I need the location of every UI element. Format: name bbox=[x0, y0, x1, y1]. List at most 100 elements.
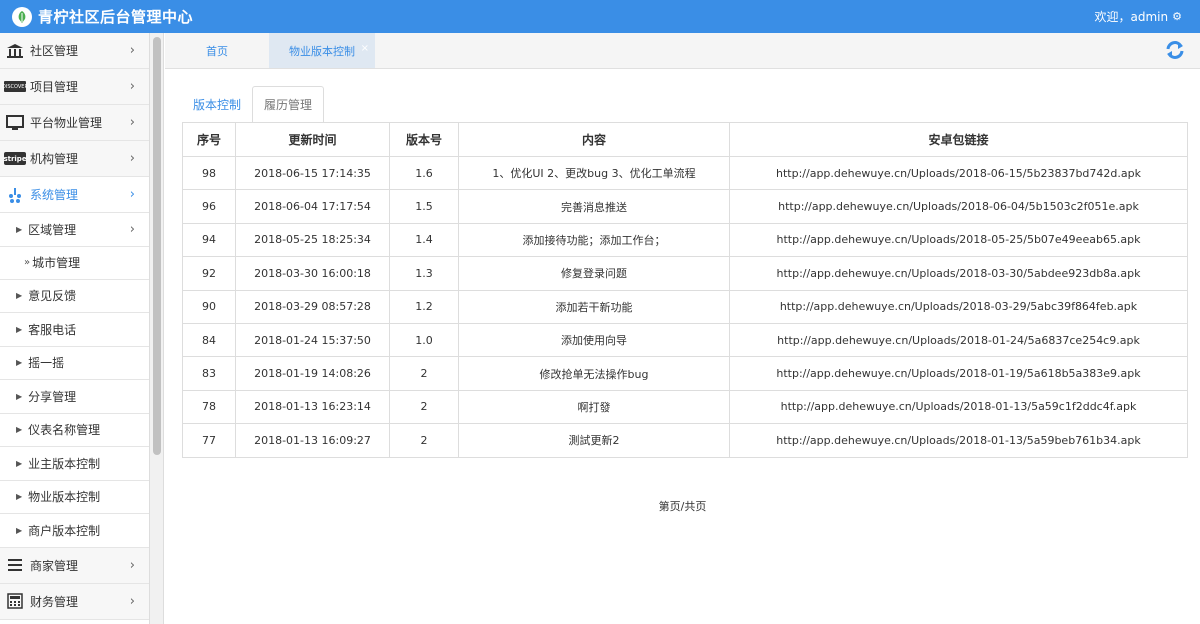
chevron-right-icon: › bbox=[129, 115, 135, 130]
table-row: 77 2018-01-13 16:09:27 2 測試更新2 http://app.de… bbox=[182, 423, 1188, 458]
sidebar-scrollbar[interactable] bbox=[150, 33, 164, 624]
cell-apk-link[interactable]: http://app.dehewuye.cn/Uploads/2018-01-2… bbox=[729, 322, 1188, 358]
caret-right-icon: ▶ bbox=[16, 458, 23, 468]
sidebar-item-label: 意见反馈 bbox=[28, 289, 77, 304]
cell-apk-link[interactable]: http://app.dehewuye.cn/Uploads/2018-06-1… bbox=[729, 155, 1188, 191]
sidebar-item-label: 财务管理 bbox=[30, 594, 79, 609]
cell-version: 1.2 bbox=[389, 289, 459, 324]
cell-apk-link[interactable]: http://app.dehewuye.cn/Uploads/2018-03-3… bbox=[729, 256, 1188, 291]
cell-content: 添加接待功能；添加工作台； bbox=[458, 222, 730, 258]
cell-updated-time: 2018-01-13 16:09:27 bbox=[235, 423, 390, 458]
sidebar-item-label: 摇一摇 bbox=[28, 356, 65, 371]
cell-updated-time: 2018-06-15 17:14:35 bbox=[235, 155, 390, 191]
main-content: 首页 物业版本控制 × 版本控制 履历管理 序号 更新时间 版本号 内容 安卓包… bbox=[165, 33, 1200, 624]
top-bar: 青柠社区后台管理中心 欢迎，admin ⚙ bbox=[0, 0, 1200, 33]
cell-updated-time: 2018-03-29 08:57:28 bbox=[235, 289, 390, 324]
cell-id: 78 bbox=[182, 389, 236, 425]
sidebar-item-label: 机构管理 bbox=[30, 152, 79, 166]
sidebar-item-label: 项目管理 bbox=[30, 80, 79, 94]
sidebar-item-projects[interactable]: DISCOVER 项目管理 › bbox=[0, 69, 149, 105]
caret-right-icon: ▶ bbox=[16, 224, 23, 234]
sidebar-item-shake[interactable]: ▶ 摇一摇 bbox=[0, 347, 149, 380]
chevron-right-icon: › bbox=[129, 557, 135, 573]
table-header-row: 序号 更新时间 版本号 内容 安卓包链接 bbox=[182, 122, 1188, 157]
chevron-right-icon: › bbox=[129, 222, 135, 237]
sidebar-item-merchants[interactable]: 商家管理 › bbox=[0, 547, 149, 584]
caret-right-icon: ▶ bbox=[16, 324, 23, 334]
column-header: 内容 bbox=[458, 122, 730, 157]
chevron-right-icon: › bbox=[129, 43, 135, 58]
cell-id: 77 bbox=[182, 423, 236, 458]
sidebar-item-owner-version[interactable]: ▶ 业主版本控制 bbox=[0, 447, 149, 481]
cell-version: 2 bbox=[389, 423, 459, 458]
table-row: 94 2018-05-25 18:25:34 1.4 添加接待功能；添加工作台； htt… bbox=[182, 222, 1188, 258]
refresh-icon[interactable] bbox=[1164, 39, 1186, 61]
caret-right-icon: ▶ bbox=[16, 525, 23, 535]
cell-id: 96 bbox=[182, 189, 236, 224]
sidebar-item-merchant-version[interactable]: ▶ 商户版本控制 bbox=[0, 514, 149, 548]
user-menu[interactable]: 欢迎，admin ⚙ bbox=[1095, 8, 1200, 25]
cell-id: 84 bbox=[182, 322, 236, 358]
cell-version: 2 bbox=[389, 356, 459, 391]
cell-updated-time: 2018-03-30 16:00:18 bbox=[235, 256, 390, 291]
sidebar-item-community[interactable]: 社区管理 › bbox=[0, 33, 149, 69]
sidebar-item-share[interactable]: ▶ 分享管理 bbox=[0, 380, 149, 414]
sidebar-item-label: 区域管理 bbox=[28, 222, 77, 237]
tab-version-control[interactable]: 版本控制 bbox=[182, 86, 252, 122]
sidebar-item-label: 商户版本控制 bbox=[28, 523, 101, 538]
sidebar-item-label: 商家管理 bbox=[30, 558, 79, 573]
caret-right-icon: ▶ bbox=[16, 492, 23, 502]
tab-home[interactable]: 首页 bbox=[165, 33, 269, 68]
cell-apk-link[interactable]: http://app.dehewuye.cn/Uploads/2018-01-1… bbox=[729, 356, 1188, 391]
sidebar-item-label: 分享管理 bbox=[28, 389, 77, 404]
cell-updated-time: 2018-06-04 17:17:54 bbox=[235, 189, 390, 224]
sidebar-item-city[interactable]: » 城市管理 bbox=[0, 247, 149, 280]
pagination: 第页/共页 bbox=[658, 500, 707, 513]
table-row: 84 2018-01-24 15:37:50 1.0 添加使用向导 http://app… bbox=[182, 322, 1188, 358]
cell-apk-link[interactable]: http://app.dehewuye.cn/Uploads/2018-06-0… bbox=[729, 189, 1188, 224]
chevron-right-icon: › bbox=[129, 79, 135, 94]
sidebar-item-region[interactable]: ▶ 区域管理 › bbox=[0, 213, 149, 247]
cell-content: 測試更新2 bbox=[458, 423, 730, 458]
sidebar-item-label: 业主版本控制 bbox=[28, 456, 101, 471]
cell-content: 修复登录问题 bbox=[458, 256, 730, 291]
close-icon[interactable]: × bbox=[361, 43, 369, 54]
cell-apk-link[interactable]: http://app.dehewuye.cn/Uploads/2018-01-1… bbox=[729, 423, 1188, 458]
tab-history[interactable]: 履历管理 bbox=[252, 86, 325, 122]
table-row: 78 2018-01-13 16:23:14 2 啊打發 http://app.dehe… bbox=[182, 389, 1188, 425]
sidebar-item-service-phone[interactable]: ▶ 客服电话 bbox=[0, 313, 149, 347]
sidebar-item-meter-names[interactable]: ▶ 仪表名称管理 bbox=[0, 414, 149, 447]
cell-apk-link[interactable]: http://app.dehewuye.cn/Uploads/2018-05-2… bbox=[729, 222, 1188, 258]
cell-updated-time: 2018-01-19 14:08:26 bbox=[235, 356, 390, 391]
cell-apk-link[interactable]: http://app.dehewuye.cn/Uploads/2018-01-1… bbox=[729, 389, 1188, 425]
stripe-icon: stripe bbox=[3, 150, 27, 168]
column-header: 更新时间 bbox=[235, 122, 390, 157]
cell-updated-time: 2018-01-13 16:23:14 bbox=[235, 389, 390, 425]
sidebar-item-system[interactable]: 系统管理 › bbox=[0, 177, 149, 213]
scrollbar-thumb[interactable] bbox=[153, 37, 161, 455]
sidebar-item-finance[interactable]: 财务管理 › bbox=[0, 583, 149, 620]
sidebar-item-organizations[interactable]: stripe 机构管理 › bbox=[0, 141, 149, 177]
menu-lines-icon bbox=[4, 556, 26, 574]
yelp-icon bbox=[4, 186, 26, 204]
cell-apk-link[interactable]: http://app.dehewuye.cn/Uploads/2018-03-2… bbox=[729, 289, 1188, 324]
double-chevron-icon: » bbox=[24, 257, 31, 268]
sidebar-item-platform-property[interactable]: 平台物业管理 › bbox=[0, 105, 149, 141]
cell-content: 完善消息推送 bbox=[458, 189, 730, 224]
table-row: 96 2018-06-04 17:17:54 1.5 完善消息推送 http://app… bbox=[182, 189, 1188, 224]
sidebar-item-property-version[interactable]: ▶ 物业版本控制 bbox=[0, 481, 149, 514]
welcome-text: 欢迎，admin bbox=[1094, 10, 1169, 24]
cell-content: 啊打發 bbox=[458, 389, 730, 425]
tab-property-version[interactable]: 物业版本控制 × bbox=[269, 33, 375, 68]
caret-right-icon: ▶ bbox=[16, 291, 23, 301]
gear-icon[interactable]: ⚙ bbox=[1172, 10, 1182, 23]
tab-label: 物业版本控制 bbox=[289, 44, 355, 58]
cell-version: 1.4 bbox=[389, 222, 459, 258]
cell-version: 1.0 bbox=[389, 322, 459, 358]
sub-tabs: 版本控制 履历管理 bbox=[182, 86, 325, 122]
cell-updated-time: 2018-01-24 15:37:50 bbox=[235, 322, 390, 358]
sidebar-item-feedback[interactable]: ▶ 意见反馈 bbox=[0, 280, 149, 313]
tab-bar: 首页 物业版本控制 × bbox=[165, 33, 1200, 69]
cell-version: 2 bbox=[389, 389, 459, 425]
sidebar-item-label: 系统管理 bbox=[30, 188, 79, 202]
